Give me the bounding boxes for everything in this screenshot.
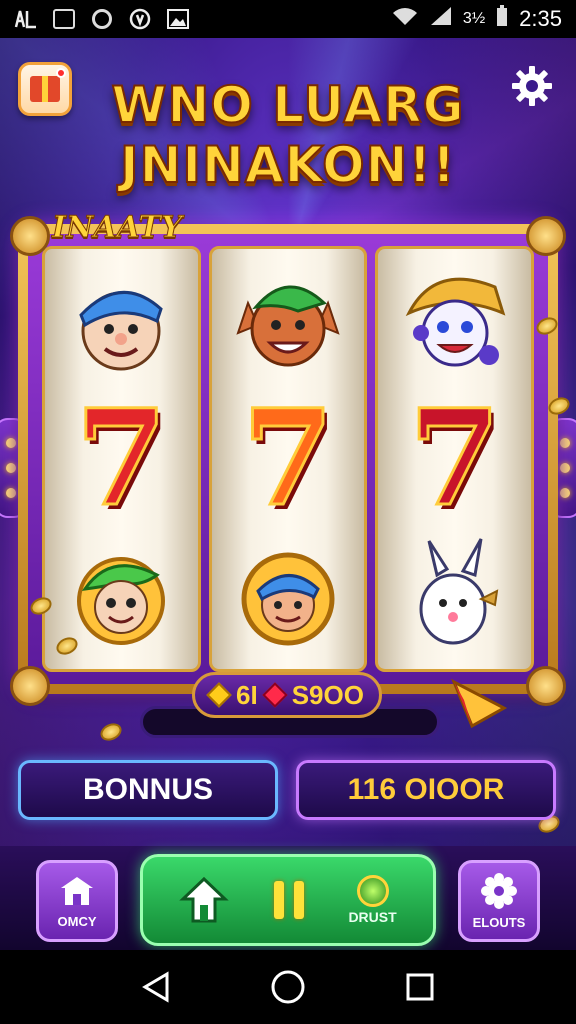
bonus-button[interactable]: BONNUS bbox=[18, 760, 278, 820]
reels[interactable]: 7 7 7 bbox=[42, 246, 535, 672]
shop-button-label: OMCY bbox=[57, 913, 97, 929]
recents-button[interactable] bbox=[400, 967, 440, 1007]
back-button[interactable] bbox=[136, 967, 176, 1007]
elf-face-symbol bbox=[223, 258, 353, 388]
frame-corner-ornament bbox=[10, 216, 50, 256]
gear-icon bbox=[481, 872, 517, 909]
reel-2: 7 bbox=[208, 246, 368, 672]
frame-corner-ornament bbox=[526, 666, 566, 706]
android-nav-bar bbox=[0, 950, 576, 1024]
coin-face-symbol bbox=[223, 530, 353, 660]
boost-button[interactable]: DRUST bbox=[348, 875, 397, 925]
game-title-line2: JNINAKON!! bbox=[119, 135, 457, 195]
status-right: 3½ 2:35 bbox=[391, 4, 562, 34]
gear-icon[interactable] bbox=[510, 64, 554, 108]
recents-square-icon bbox=[406, 973, 434, 1001]
image-icon bbox=[166, 8, 190, 30]
bunny-symbol bbox=[390, 530, 520, 660]
slot-machine-frame: 7 7 7 bbox=[18, 224, 558, 694]
cap-face-symbol bbox=[56, 258, 186, 388]
settings-shortcut-label: ELOUTS bbox=[472, 914, 526, 930]
boost-icon bbox=[356, 875, 389, 907]
gift-icon bbox=[30, 76, 60, 102]
slot-game-screen: WNO LUARG JNINAKON!! 7 7 7 INAATY 6I S9O… bbox=[0, 38, 576, 950]
gem-red-icon bbox=[261, 682, 288, 708]
seven-symbol: 7 bbox=[74, 381, 169, 536]
gift-button[interactable] bbox=[18, 62, 72, 116]
back-triangle-icon bbox=[142, 971, 169, 1003]
status-left-icons bbox=[14, 8, 190, 30]
reel-3: 7 bbox=[375, 246, 535, 672]
frame-corner-ornament bbox=[10, 666, 50, 706]
spin-control-panel[interactable]: DRUST bbox=[140, 854, 436, 946]
boost-label: DRUST bbox=[348, 909, 397, 925]
game-title-line1: WNO LUARG bbox=[110, 75, 465, 135]
seven-symbol: 7 bbox=[407, 381, 502, 536]
win-display: 6I S9OO bbox=[192, 672, 382, 718]
win-left-value: 6I bbox=[236, 679, 258, 710]
circle-icon bbox=[90, 8, 114, 30]
home-icon[interactable] bbox=[179, 875, 230, 925]
shop-button[interactable]: OMCY bbox=[36, 860, 118, 942]
battery-icon bbox=[495, 4, 509, 34]
wifi-icon bbox=[391, 5, 419, 33]
signal-icon bbox=[429, 5, 453, 33]
frame-corner-ornament bbox=[526, 216, 566, 256]
pause-icon[interactable] bbox=[273, 881, 304, 919]
win-right-value: S9OO bbox=[291, 679, 364, 710]
control-bar: OMCY DRUST ELOUTS bbox=[0, 846, 576, 950]
jester-face-symbol bbox=[390, 258, 520, 388]
status-bar: 3½ 2:35 bbox=[0, 0, 576, 38]
play-arrow-icon[interactable] bbox=[450, 678, 508, 730]
seven-symbol: 7 bbox=[241, 381, 336, 536]
store-icon bbox=[61, 876, 93, 905]
gem-gold-icon bbox=[206, 682, 232, 708]
reel-1: 7 bbox=[42, 246, 201, 672]
home-circle-icon bbox=[271, 970, 305, 1004]
clock: 2:35 bbox=[519, 6, 562, 31]
notification-dot bbox=[56, 68, 66, 78]
settings-shortcut-button[interactable]: ELOUTS bbox=[458, 860, 540, 942]
home-nav-button[interactable] bbox=[268, 967, 308, 1007]
notification-icon bbox=[14, 8, 38, 30]
frame-label: INAATY bbox=[51, 210, 183, 246]
at-icon bbox=[128, 8, 152, 30]
gallery-icon bbox=[52, 8, 76, 30]
battery-text: 3½ bbox=[462, 10, 486, 27]
balance-display: 116 OIOOR bbox=[296, 760, 556, 820]
